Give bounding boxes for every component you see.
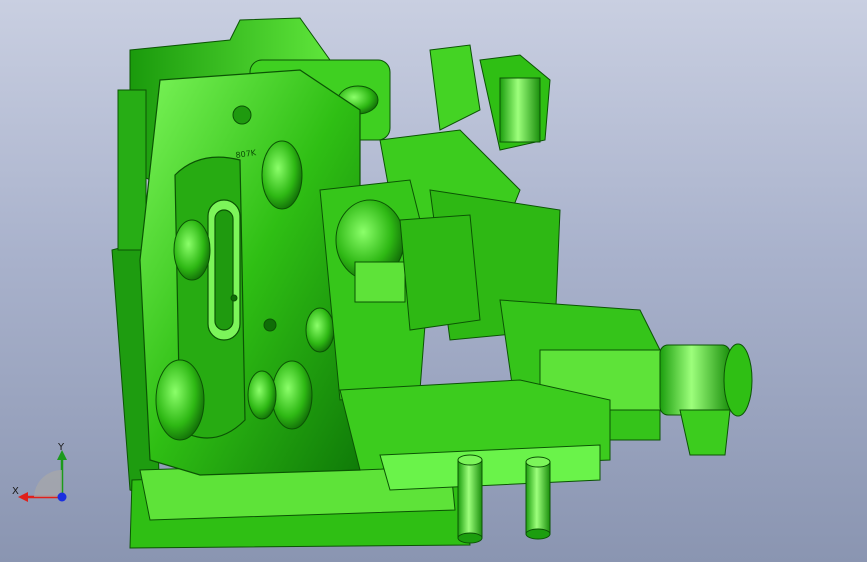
3d-model-render[interactable]: 807K	[0, 0, 867, 562]
cad-viewport[interactable]: 807K Y X	[0, 0, 867, 562]
axis-triad: Y X	[12, 442, 67, 502]
z-axis	[57, 492, 67, 502]
x-axis-arrow	[18, 492, 28, 502]
xy-plane	[34, 470, 62, 497]
y-axis-label: Y	[57, 442, 65, 453]
x-axis-label: X	[12, 486, 19, 497]
